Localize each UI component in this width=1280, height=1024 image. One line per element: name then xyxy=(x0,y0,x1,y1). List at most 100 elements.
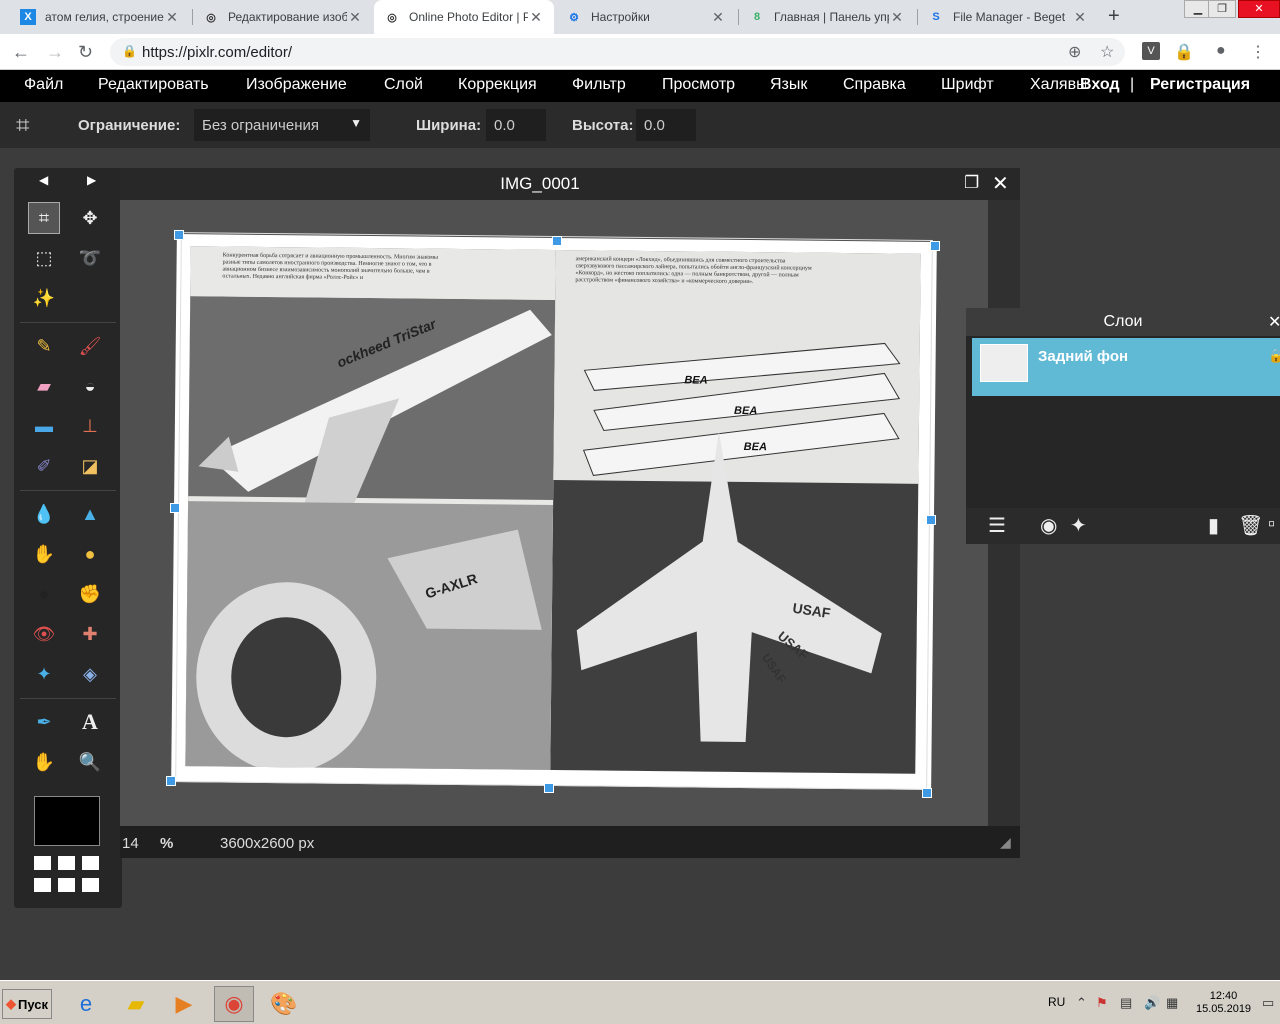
tab-image-editing[interactable]: ◎ Редактирование изобр ✕ xyxy=(193,0,373,34)
volume-icon[interactable]: 🔊 xyxy=(1144,995,1160,1011)
canvas-area[interactable]: Конкурентная борьба сотрясает и авиацион… xyxy=(120,200,988,826)
paint-icon[interactable]: 🎨 xyxy=(264,986,304,1022)
sponge-tool-icon[interactable]: ● xyxy=(74,538,106,570)
dodge-tool-icon[interactable]: ✊ xyxy=(74,578,106,610)
red-eye-tool-icon[interactable]: 👁 xyxy=(28,618,60,650)
close-tab-icon[interactable]: ✕ xyxy=(528,9,544,26)
color-replace-icon[interactable]: ✐ xyxy=(28,450,60,482)
layer-lock-icon[interactable]: 🔒 xyxy=(1268,348,1280,364)
menu-view[interactable]: Просмотр xyxy=(662,76,735,94)
security-alert-icon[interactable]: ⚑ xyxy=(1096,995,1108,1011)
crop-selection-box[interactable] xyxy=(175,232,933,790)
clone-stamp-icon[interactable]: ⊥ xyxy=(74,410,106,442)
close-document-icon[interactable]: ✕ xyxy=(992,171,1009,196)
constraint-dropdown[interactable]: Без ограничения ▼ xyxy=(194,109,370,141)
network-icon[interactable]: ▤ xyxy=(1120,995,1132,1011)
grid-view-icon[interactable] xyxy=(34,878,51,892)
layer-styles-icon[interactable]: ✦ xyxy=(1070,513,1087,538)
width-input[interactable]: 0.0 xyxy=(486,109,546,141)
move-tool-icon[interactable]: ✥ xyxy=(74,202,106,234)
extension-icon[interactable]: V xyxy=(1142,42,1160,60)
crop-handle-top-right[interactable] xyxy=(930,241,940,251)
menu-filter[interactable]: Фильтр xyxy=(572,76,626,94)
crop-handle-top[interactable] xyxy=(552,236,562,246)
close-tab-icon[interactable]: ✕ xyxy=(1072,9,1088,26)
close-panel-icon[interactable]: ✕ xyxy=(1268,312,1280,332)
tab-dashboard[interactable]: 8 Главная | Панель упра ✕ xyxy=(739,0,915,34)
menu-edit[interactable]: Редактировать xyxy=(98,76,209,94)
bookmark-star-icon[interactable]: ☆ xyxy=(1100,42,1114,62)
reload-icon[interactable]: ↻ xyxy=(78,42,93,63)
zoom-icon[interactable]: ⊕ xyxy=(1068,42,1081,62)
paint-bucket-icon[interactable]: ◒ xyxy=(74,370,106,402)
menu-font[interactable]: Шрифт xyxy=(941,76,994,94)
menu-image[interactable]: Изображение xyxy=(246,76,347,94)
padlock-extension-icon[interactable]: 🔒 xyxy=(1174,42,1194,62)
back-arrow-icon[interactable]: ← xyxy=(12,42,30,63)
toolbox-left-arrow-icon[interactable]: ◀ xyxy=(39,173,48,187)
crop-handle-bottom-left[interactable] xyxy=(166,776,176,786)
notifications-icon[interactable]: ▭ xyxy=(1262,995,1274,1011)
toolbox-right-arrow-icon[interactable]: ▶ xyxy=(87,173,96,187)
bloat-tool-icon[interactable]: ✦ xyxy=(28,658,60,690)
menu-layer[interactable]: Слой xyxy=(384,76,423,94)
layer-row[interactable]: Задний фон 🔒 xyxy=(972,338,1280,396)
eraser-tool-icon[interactable]: ▰ xyxy=(28,370,60,402)
show-hidden-icons-icon[interactable]: ⌃ xyxy=(1076,995,1087,1011)
height-input[interactable]: 0.0 xyxy=(636,109,696,141)
crop-handle-bottom[interactable] xyxy=(544,783,554,793)
layer-settings-icon[interactable]: ☰ xyxy=(988,513,1006,538)
grid-view-icon[interactable] xyxy=(82,856,99,870)
media-player-icon[interactable]: ▶ xyxy=(164,986,204,1022)
internet-explorer-icon[interactable]: e xyxy=(66,986,106,1022)
grid-view-icon[interactable] xyxy=(82,878,99,892)
close-tab-icon[interactable]: ✕ xyxy=(164,9,180,26)
crop-handle-right[interactable] xyxy=(926,515,936,525)
lasso-tool-icon[interactable]: ➰ xyxy=(74,242,106,274)
crop-handle-bottom-right[interactable] xyxy=(922,788,932,798)
resize-grip-icon[interactable]: ◢ xyxy=(1000,834,1011,851)
spot-heal-tool-icon[interactable]: ✚ xyxy=(74,618,106,650)
register-link[interactable]: Регистрация xyxy=(1150,76,1250,94)
omnibox[interactable]: 🔒 https://pixlr.com/editor/ xyxy=(110,38,1125,66)
delete-layer-icon[interactable]: 🗑 xyxy=(1238,513,1263,538)
new-tab-button[interactable]: + xyxy=(1108,5,1120,28)
crop-handle-left[interactable] xyxy=(170,503,180,513)
tab-online-photo-editor[interactable]: ◎ Online Photo Editor | Pi ✕ xyxy=(374,0,554,34)
grid-view-icon[interactable] xyxy=(58,878,75,892)
layer-mask-icon[interactable]: ◉ xyxy=(1040,513,1057,538)
pencil-tool-icon[interactable]: ✎ xyxy=(28,330,60,362)
hand-tool-icon[interactable]: ✋ xyxy=(28,746,60,778)
chrome-icon[interactable]: ◉ xyxy=(214,986,254,1022)
keyboard-icon[interactable]: ▦ xyxy=(1166,995,1178,1011)
start-button[interactable]: ◆ Пуск xyxy=(2,989,52,1019)
menu-file[interactable]: Файл xyxy=(24,76,63,94)
close-tab-icon[interactable]: ✕ xyxy=(347,9,363,26)
drawing-tool-icon[interactable]: ◪ xyxy=(74,450,106,482)
maximize-icon[interactable]: ❐ xyxy=(964,173,979,193)
crop-tool-icon[interactable]: ⌗ xyxy=(28,202,60,234)
crop-handle-top-left[interactable] xyxy=(174,230,184,240)
primary-color-swatch[interactable] xyxy=(34,796,100,846)
sharpen-tool-icon[interactable]: ▲ xyxy=(74,498,106,530)
menu-freebies[interactable]: Халявы xyxy=(1030,76,1086,94)
burn-tool-icon[interactable]: ● xyxy=(28,578,60,610)
color-picker-icon[interactable]: ✒ xyxy=(28,706,60,738)
new-layer-icon[interactable]: ▮ xyxy=(1208,513,1219,538)
zoom-tool-icon[interactable]: 🔍 xyxy=(74,746,106,778)
forward-arrow-icon[interactable]: → xyxy=(46,42,64,63)
gradient-tool-icon[interactable]: ▬ xyxy=(28,410,60,442)
tab-settings[interactable]: ⚙ Настройки ✕ xyxy=(556,0,736,34)
close-window-button[interactable]: ✕ xyxy=(1238,0,1280,18)
close-tab-icon[interactable]: ✕ xyxy=(889,9,905,26)
blur-tool-icon[interactable]: 💧 xyxy=(28,498,60,530)
smudge-tool-icon[interactable]: ✋ xyxy=(28,538,60,570)
magic-wand-icon[interactable]: ✨ xyxy=(28,282,60,314)
system-clock[interactable]: 12:40 15.05.2019 xyxy=(1196,990,1251,1016)
panel-extra-icon[interactable]: ▫ xyxy=(1268,513,1275,536)
menu-help[interactable]: Справка xyxy=(843,76,906,94)
zoom-level-input[interactable]: 14 xyxy=(122,835,139,852)
grid-view-icon[interactable] xyxy=(34,856,51,870)
login-link[interactable]: Вход xyxy=(1080,76,1120,94)
brush-tool-icon[interactable]: 🖌 xyxy=(74,330,106,362)
